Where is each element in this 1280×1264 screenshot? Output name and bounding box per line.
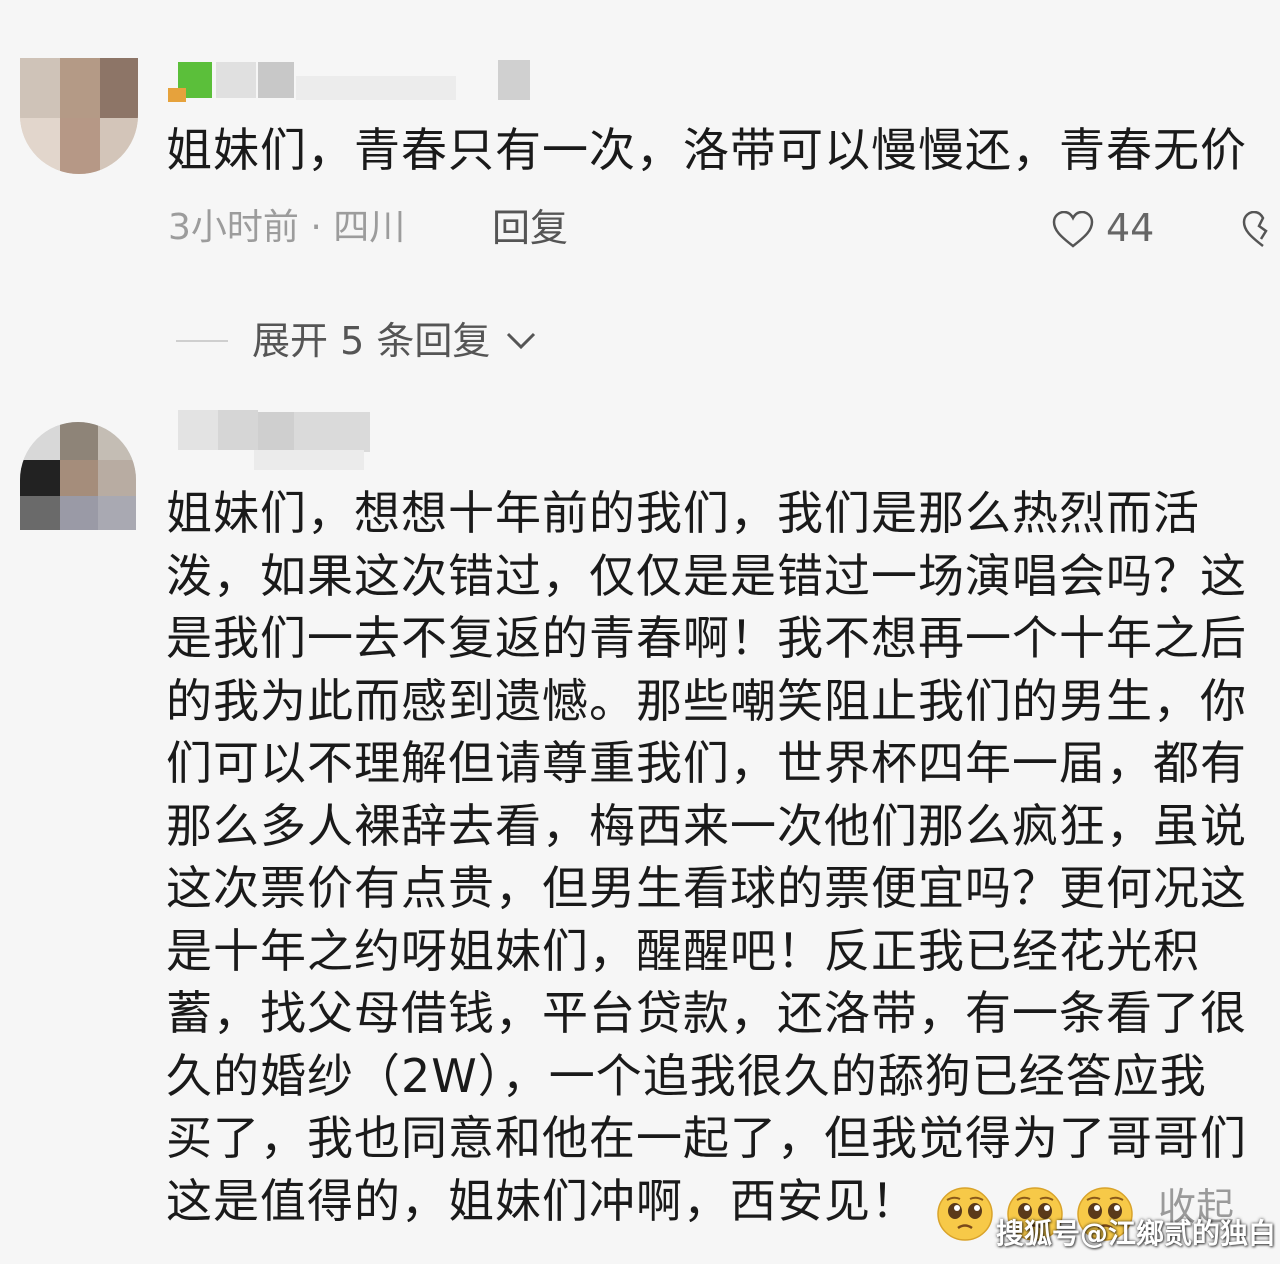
- pleading-face-emoji: [937, 1187, 993, 1241]
- comment-line: 那么多人裸辞去看，梅西来一次他们那么疯狂，虽说: [166, 798, 1247, 853]
- avatar[interactable]: [20, 58, 138, 174]
- reply-button[interactable]: 回复: [492, 203, 568, 253]
- comment-line: 的我为此而感到遗憾。那些嘲笑阻止我们的男生，你: [166, 673, 1247, 728]
- watermark: 搜狐号@江鄉贰的独白: [996, 1217, 1277, 1250]
- like-count: 44: [1106, 206, 1155, 250]
- username-blurred[interactable]: [178, 410, 378, 472]
- comment-line: 姐妹们，想想十年前的我们，我们是那么热烈而活: [166, 486, 1200, 540]
- comment-text: 姐妹们，青春只有一次，洛带可以慢慢还，青春无价: [166, 123, 1247, 177]
- expand-replies-button[interactable]: 展开 5 条回复: [252, 314, 490, 368]
- broken-heart-icon[interactable]: [1242, 211, 1280, 249]
- comment-line: 们可以不理解但请尊重我们，世界杯四年一届，都有: [166, 736, 1247, 790]
- comment-line: 买了，我也同意和他在一起了，但我觉得为了哥哥们: [166, 1111, 1247, 1165]
- divider-line: [176, 340, 228, 342]
- avatar[interactable]: [20, 422, 136, 530]
- comment-text: 姐妹们，想想十年前的我们，我们是那么热烈而活 泼，如果这次错过，仅仅是是错过一场…: [166, 482, 1276, 1232]
- comment-line: 泼，如果这次错过，仅仅是是错过一场演唱会吗？这: [166, 548, 1247, 603]
- comment-line: 久的婚纱（2W），一个追我很久的舔狗已经答应我: [166, 1048, 1207, 1103]
- chevron-down-icon[interactable]: [505, 328, 537, 352]
- comment-line: 这次票价有点贵，但男生看球的票便宜吗？更何况这: [166, 861, 1247, 915]
- heart-outline-icon[interactable]: [1052, 211, 1094, 249]
- comment-line: 蓄，找父母借钱，平台贷款，还洛带，有一条看了很: [166, 986, 1247, 1040]
- comment-meta: 3小时前 · 四川: [168, 207, 406, 248]
- comment-line: 是我们一去不复返的青春啊！我不想再一个十年之后: [166, 611, 1247, 665]
- comment-line: 是十年之约呀姐妹们，醒醒吧！反正我已经花光积: [166, 923, 1200, 978]
- username-blurred[interactable]: [168, 58, 538, 104]
